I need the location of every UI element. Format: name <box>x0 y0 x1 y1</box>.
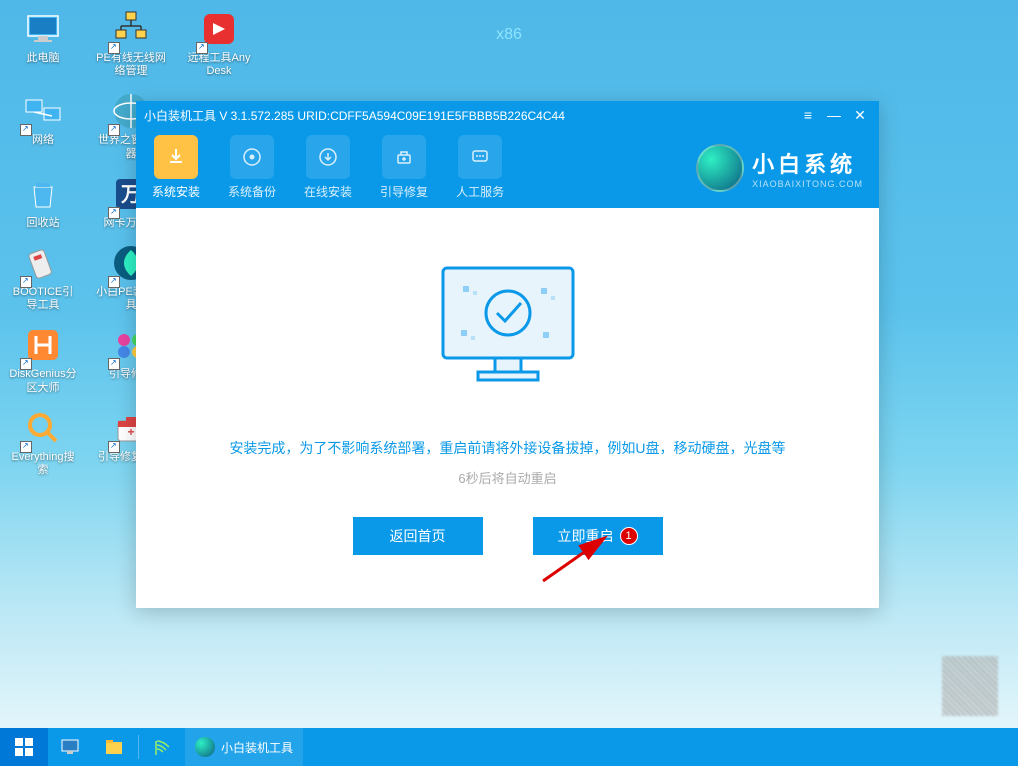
countdown-message: 6秒后将自动重启 <box>458 468 556 487</box>
app-window: 小白装机工具 V 3.1.572.285 URID:CDFF5A594C09E1… <box>136 101 879 608</box>
desktop-icon-network[interactable]: 网络 <box>8 90 78 160</box>
app-icon <box>195 737 215 757</box>
window-header: 小白装机工具 V 3.1.572.285 URID:CDFF5A594C09E1… <box>136 101 879 208</box>
close-icon[interactable]: ✕ <box>849 104 871 126</box>
desktop-icon-bootice[interactable]: BOOTICE引导工具 <box>8 242 78 312</box>
badge-1-icon: 1 <box>620 527 638 545</box>
desktop-icon-this-pc[interactable]: 此电脑 <box>8 8 78 78</box>
chat-icon <box>458 135 502 179</box>
minimize-icon[interactable]: — <box>823 104 845 126</box>
desktop-icon-pe-network[interactable]: PE有线无线网络管理 <box>96 8 166 78</box>
taskbar-display-icon[interactable] <box>48 728 92 766</box>
brand-logo-icon <box>696 144 744 192</box>
desktop-icon-diskgenius[interactable]: DiskGenius分区大师 <box>8 324 78 394</box>
svg-text:+: + <box>127 425 134 439</box>
menu-icon[interactable]: ≡ <box>797 104 819 126</box>
nav-boot-repair[interactable]: 引导修复 <box>380 135 428 200</box>
nav-system-backup[interactable]: 系统备份 <box>228 135 276 200</box>
brand-title: 小白系统 <box>752 147 863 179</box>
restart-now-button[interactable]: 立即重启 1 <box>533 517 663 555</box>
taskbar-wifi-icon[interactable] <box>141 728 185 766</box>
taskbar-explorer-icon[interactable] <box>92 728 136 766</box>
brand-subtitle: XIAOBAIXITONG.COM <box>752 179 863 189</box>
monitor-illustration <box>423 258 593 398</box>
brand-area: 小白系统 XIAOBAIXITONG.COM <box>696 144 863 192</box>
start-button[interactable] <box>0 728 48 766</box>
nav-manual-service[interactable]: 人工服务 <box>456 135 504 200</box>
nav-row: 系统安装 系统备份 在线安装 引导修复 人工服务 小白系统 <box>136 129 879 208</box>
window-title: 小白装机工具 V 3.1.572.285 URID:CDFF5A594C09E1… <box>144 107 793 124</box>
nav-online-install[interactable]: 在线安装 <box>304 135 352 200</box>
desktop-icon-everything[interactable]: Everything搜索 <box>8 407 78 477</box>
x86-label: x86 <box>496 26 522 44</box>
toolbox-icon <box>382 135 426 179</box>
taskbar: 小白装机工具 <box>0 728 1018 766</box>
disc-icon <box>230 135 274 179</box>
taskbar-app-button[interactable]: 小白装机工具 <box>185 728 303 766</box>
desktop-icon-anydesk[interactable]: 远程工具AnyDesk <box>184 8 254 78</box>
qr-code <box>942 656 998 716</box>
nav-system-install[interactable]: 系统安装 <box>152 135 200 200</box>
download-icon <box>154 135 198 179</box>
window-body: 安装完成，为了不影响系统部署，重启前请将外接设备拔掉，例如U盘，移动硬盘，光盘等… <box>136 208 879 608</box>
completion-message: 安装完成，为了不影响系统部署，重启前请将外接设备拔掉，例如U盘，移动硬盘，光盘等 <box>229 438 785 458</box>
download-circle-icon <box>306 135 350 179</box>
desktop-icon-recycle[interactable]: 回收站 <box>8 173 78 230</box>
back-home-button[interactable]: 返回首页 <box>353 517 483 555</box>
